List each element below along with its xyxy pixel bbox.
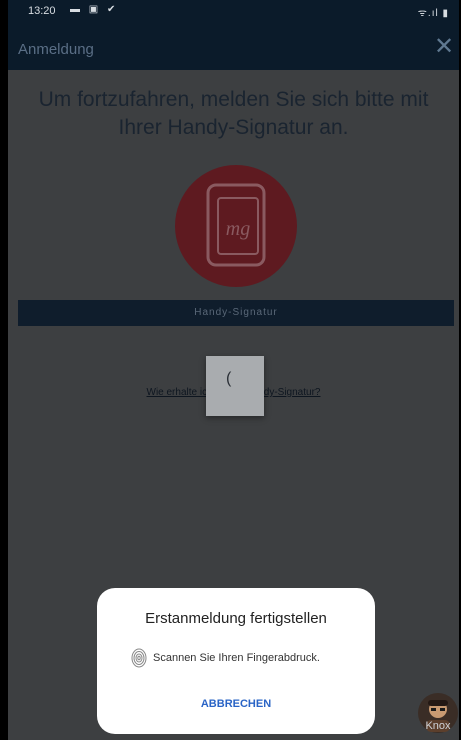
login-headline: Um fortzufahren, melden Sie sich bitte m… — [38, 88, 429, 139]
logo-text: mg — [226, 218, 250, 240]
app-bar: Anmeldung ✕ — [8, 24, 459, 70]
status-bar: 13:20 ▬ ▣ ✔ ᯤ.ıl ▮ — [8, 0, 459, 24]
close-icon[interactable]: ✕ — [431, 34, 457, 60]
status-signal-battery-icons: ᯤ.ıl ▮ — [417, 8, 449, 19]
handy-signatur-logo-icon: mg — [175, 165, 297, 287]
fingerprint-icon — [131, 648, 147, 668]
dialog-message: Scannen Sie Ihren Fingerabdruck. — [153, 652, 320, 664]
loading-spinner-card: ( — [206, 356, 264, 416]
status-time: 13:20 — [28, 5, 56, 17]
cancel-button[interactable]: ABBRECHEN — [97, 698, 375, 710]
handy-signatur-button[interactable]: Handy-Signatur — [18, 300, 454, 326]
dialog-title: Erstanmeldung fertigstellen — [145, 610, 327, 627]
status-notification-icons: ▬ ▣ ✔ — [70, 4, 119, 15]
loading-spinner-icon: ( — [226, 370, 232, 387]
screen: 13:20 ▬ ▣ ✔ ᯤ.ıl ▮ Anmeldung ✕ Um fortzu… — [8, 0, 459, 740]
knox-label: Knox — [425, 720, 451, 732]
fingerprint-dialog: Erstanmeldung fertigstellen Scannen Sie … — [97, 588, 375, 734]
app-title: Anmeldung — [18, 41, 94, 58]
